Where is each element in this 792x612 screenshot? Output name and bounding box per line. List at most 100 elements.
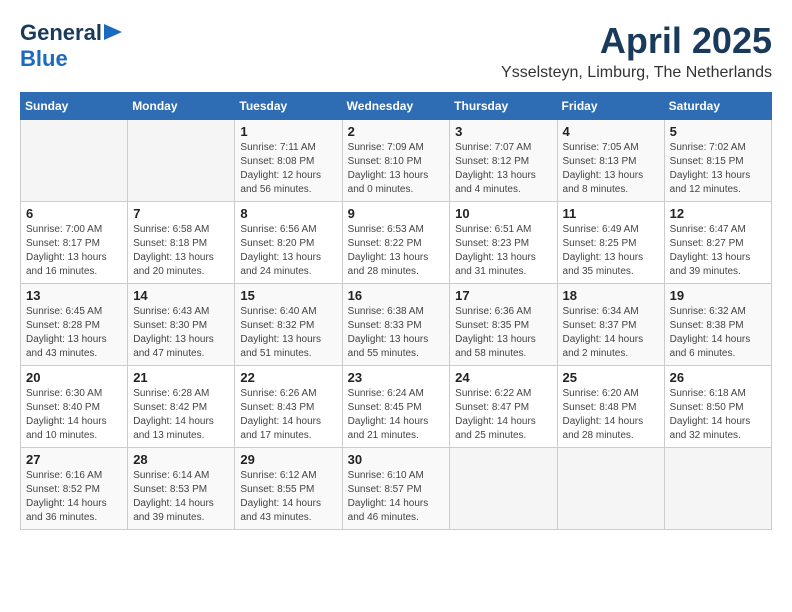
day-number: 27 <box>26 452 122 467</box>
calendar-cell: 14 Sunrise: 6:43 AM Sunset: 8:30 PM Dayli… <box>128 284 235 366</box>
calendar-week-row: 1 Sunrise: 7:11 AM Sunset: 8:08 PM Daylig… <box>21 120 772 202</box>
calendar-cell: 11Sunrise: 6:49 AM Sunset: 8:25 PM Dayli… <box>557 202 664 284</box>
day-detail: Sunrise: 6:24 AM Sunset: 8:45 PM Dayligh… <box>348 387 445 443</box>
day-detail: Sunrise: 7:07 AM Sunset: 8:12 PM Dayligh… <box>455 141 551 197</box>
day-number: 4 <box>563 124 659 139</box>
day-detail: Sunrise: 6:30 AM Sunset: 8:40 PM Dayligh… <box>26 387 122 443</box>
calendar-cell: 4 Sunrise: 7:05 AM Sunset: 8:13 PM Daylig… <box>557 120 664 202</box>
day-detail: Sunrise: 6:53 AM Sunset: 8:22 PM Dayligh… <box>348 223 445 279</box>
location: Ysselsteyn, Limburg, The Netherlands <box>501 64 772 82</box>
day-number: 9 <box>348 206 445 221</box>
calendar-cell <box>450 448 557 530</box>
day-detail: Sunrise: 6:36 AM Sunset: 8:35 PM Dayligh… <box>455 305 551 361</box>
calendar-cell: 13 Sunrise: 6:45 AM Sunset: 8:28 PM Dayli… <box>21 284 128 366</box>
day-of-week-header: Monday <box>128 93 235 120</box>
calendar-cell: 1 Sunrise: 7:11 AM Sunset: 8:08 PM Daylig… <box>235 120 342 202</box>
calendar-cell: 28Sunrise: 6:14 AM Sunset: 8:53 PM Dayli… <box>128 448 235 530</box>
day-detail: Sunrise: 6:28 AM Sunset: 8:42 PM Dayligh… <box>133 387 229 443</box>
logo: General Blue <box>20 20 122 72</box>
day-number: 3 <box>455 124 551 139</box>
day-detail: Sunrise: 6:14 AM Sunset: 8:53 PM Dayligh… <box>133 469 229 525</box>
day-number: 23 <box>348 370 445 385</box>
calendar-cell <box>557 448 664 530</box>
day-detail: Sunrise: 6:32 AM Sunset: 8:38 PM Dayligh… <box>670 305 766 361</box>
calendar-cell: 19 Sunrise: 6:32 AM Sunset: 8:38 PM Dayli… <box>664 284 771 366</box>
calendar-cell: 26Sunrise: 6:18 AM Sunset: 8:50 PM Dayli… <box>664 366 771 448</box>
day-detail: Sunrise: 6:43 AM Sunset: 8:30 PM Dayligh… <box>133 305 229 361</box>
calendar-cell: 20 Sunrise: 6:30 AM Sunset: 8:40 PM Dayli… <box>21 366 128 448</box>
day-detail: Sunrise: 6:12 AM Sunset: 8:55 PM Dayligh… <box>240 469 336 525</box>
day-number: 22 <box>240 370 336 385</box>
day-number: 19 <box>670 288 766 303</box>
day-number: 29 <box>240 452 336 467</box>
calendar-cell: 2 Sunrise: 7:09 AM Sunset: 8:10 PM Daylig… <box>342 120 450 202</box>
day-detail: Sunrise: 6:10 AM Sunset: 8:57 PM Dayligh… <box>348 469 445 525</box>
day-number: 6 <box>26 206 122 221</box>
day-number: 20 <box>26 370 122 385</box>
calendar-cell: 25Sunrise: 6:20 AM Sunset: 8:48 PM Dayli… <box>557 366 664 448</box>
calendar-cell: 23 Sunrise: 6:24 AM Sunset: 8:45 PM Dayli… <box>342 366 450 448</box>
calendar-cell: 27Sunrise: 6:16 AM Sunset: 8:52 PM Dayli… <box>21 448 128 530</box>
day-of-week-header: Tuesday <box>235 93 342 120</box>
day-of-week-header: Wednesday <box>342 93 450 120</box>
day-detail: Sunrise: 6:45 AM Sunset: 8:28 PM Dayligh… <box>26 305 122 361</box>
day-detail: Sunrise: 6:26 AM Sunset: 8:43 PM Dayligh… <box>240 387 336 443</box>
day-detail: Sunrise: 7:09 AM Sunset: 8:10 PM Dayligh… <box>348 141 445 197</box>
day-number: 13 <box>26 288 122 303</box>
day-detail: Sunrise: 6:40 AM Sunset: 8:32 PM Dayligh… <box>240 305 336 361</box>
day-number: 2 <box>348 124 445 139</box>
calendar-cell <box>128 120 235 202</box>
calendar-cell: 6 Sunrise: 7:00 AM Sunset: 8:17 PM Daylig… <box>21 202 128 284</box>
day-number: 14 <box>133 288 229 303</box>
calendar-cell <box>664 448 771 530</box>
calendar-cell: 24 Sunrise: 6:22 AM Sunset: 8:47 PM Dayli… <box>450 366 557 448</box>
day-number: 8 <box>240 206 336 221</box>
calendar-cell: 3 Sunrise: 7:07 AM Sunset: 8:12 PM Daylig… <box>450 120 557 202</box>
day-detail: Sunrise: 6:38 AM Sunset: 8:33 PM Dayligh… <box>348 305 445 361</box>
calendar-cell: 9 Sunrise: 6:53 AM Sunset: 8:22 PM Daylig… <box>342 202 450 284</box>
calendar-cell: 7 Sunrise: 6:58 AM Sunset: 8:18 PM Daylig… <box>128 202 235 284</box>
calendar-cell: 22 Sunrise: 6:26 AM Sunset: 8:43 PM Dayli… <box>235 366 342 448</box>
calendar-week-row: 20 Sunrise: 6:30 AM Sunset: 8:40 PM Dayli… <box>21 366 772 448</box>
day-detail: Sunrise: 6:20 AM Sunset: 8:48 PM Dayligh… <box>563 387 659 443</box>
calendar-table: SundayMondayTuesdayWednesdayThursdayFrid… <box>20 92 772 530</box>
title-section: April 2025 Ysselsteyn, Limburg, The Neth… <box>501 20 772 82</box>
day-detail: Sunrise: 6:58 AM Sunset: 8:18 PM Dayligh… <box>133 223 229 279</box>
day-detail: Sunrise: 7:00 AM Sunset: 8:17 PM Dayligh… <box>26 223 122 279</box>
day-detail: Sunrise: 6:51 AM Sunset: 8:23 PM Dayligh… <box>455 223 551 279</box>
calendar-cell: 29 Sunrise: 6:12 AM Sunset: 8:55 PM Dayli… <box>235 448 342 530</box>
day-number: 1 <box>240 124 336 139</box>
calendar-cell: 10 Sunrise: 6:51 AM Sunset: 8:23 PM Dayli… <box>450 202 557 284</box>
day-number: 30 <box>348 452 445 467</box>
calendar-cell: 12Sunrise: 6:47 AM Sunset: 8:27 PM Dayli… <box>664 202 771 284</box>
day-number: 12 <box>670 206 766 221</box>
day-number: 7 <box>133 206 229 221</box>
day-detail: Sunrise: 7:05 AM Sunset: 8:13 PM Dayligh… <box>563 141 659 197</box>
calendar-week-row: 6 Sunrise: 7:00 AM Sunset: 8:17 PM Daylig… <box>21 202 772 284</box>
day-detail: Sunrise: 6:34 AM Sunset: 8:37 PM Dayligh… <box>563 305 659 361</box>
calendar-cell: 18Sunrise: 6:34 AM Sunset: 8:37 PM Dayli… <box>557 284 664 366</box>
calendar-cell: 15 Sunrise: 6:40 AM Sunset: 8:32 PM Dayli… <box>235 284 342 366</box>
day-of-week-header: Saturday <box>664 93 771 120</box>
month-title: April 2025 <box>501 20 772 62</box>
day-number: 26 <box>670 370 766 385</box>
day-of-week-header: Sunday <box>21 93 128 120</box>
logo-general: General <box>20 20 102 46</box>
day-of-week-header: Thursday <box>450 93 557 120</box>
day-detail: Sunrise: 6:49 AM Sunset: 8:25 PM Dayligh… <box>563 223 659 279</box>
calendar-cell <box>21 120 128 202</box>
calendar-cell: 21 Sunrise: 6:28 AM Sunset: 8:42 PM Dayli… <box>128 366 235 448</box>
day-number: 5 <box>670 124 766 139</box>
day-of-week-header: Friday <box>557 93 664 120</box>
day-detail: Sunrise: 7:11 AM Sunset: 8:08 PM Dayligh… <box>240 141 336 197</box>
calendar-cell: 5 Sunrise: 7:02 AM Sunset: 8:15 PM Daylig… <box>664 120 771 202</box>
day-number: 24 <box>455 370 551 385</box>
calendar-header: SundayMondayTuesdayWednesdayThursdayFrid… <box>21 93 772 120</box>
day-number: 21 <box>133 370 229 385</box>
day-detail: Sunrise: 7:02 AM Sunset: 8:15 PM Dayligh… <box>670 141 766 197</box>
day-number: 15 <box>240 288 336 303</box>
calendar-cell: 16Sunrise: 6:38 AM Sunset: 8:33 PM Dayli… <box>342 284 450 366</box>
logo-arrow-icon <box>104 24 122 40</box>
day-number: 10 <box>455 206 551 221</box>
day-detail: Sunrise: 6:22 AM Sunset: 8:47 PM Dayligh… <box>455 387 551 443</box>
